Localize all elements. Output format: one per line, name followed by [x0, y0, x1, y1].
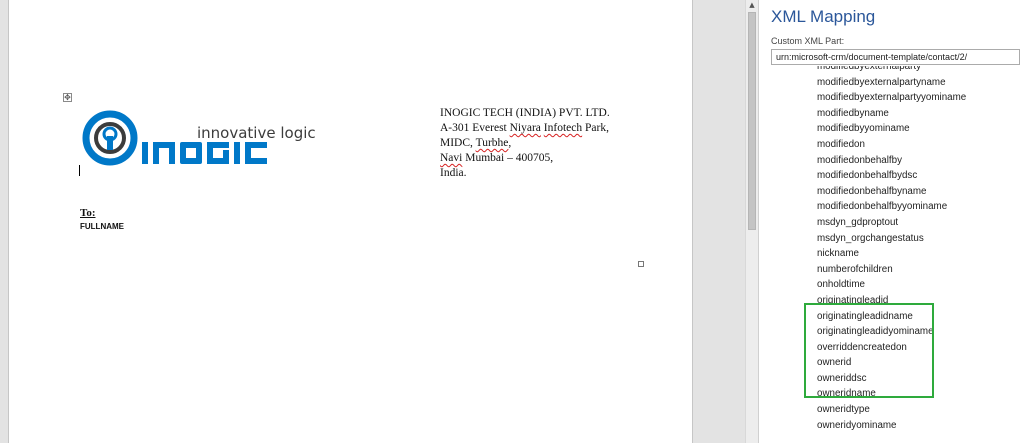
- xml-tree-node[interactable]: numberofchildren: [815, 262, 966, 278]
- table-resize-handle[interactable]: [638, 261, 644, 267]
- xml-tree-node[interactable]: owneridyominame: [815, 418, 966, 434]
- xml-tree-node[interactable]: modifiedon: [815, 137, 966, 153]
- address-line-1: A-301 Everest Niyara Infotech Park,: [440, 122, 609, 134]
- text-cursor: [79, 165, 80, 176]
- xml-tree-node[interactable]: modifiedbyname: [815, 106, 966, 122]
- to-label: To:: [80, 207, 96, 219]
- address-line-4: India.: [440, 167, 467, 179]
- xml-tree-node[interactable]: modifiedonbehalfbyname: [815, 184, 966, 200]
- xml-mapping-title: XML Mapping: [771, 7, 876, 26]
- xml-tree-node[interactable]: msdyn_gdproptout: [815, 215, 966, 231]
- custom-xml-part-label: Custom XML Part:: [771, 36, 845, 46]
- xml-node-tree[interactable]: modifiedbyexternalparty modifiedbyexterna…: [759, 66, 1024, 443]
- fullname-content-control[interactable]: FULLNAME: [80, 222, 124, 231]
- xml-tree-node[interactable]: owneridtype: [815, 402, 966, 418]
- document-scrollbar[interactable]: ▲: [745, 0, 758, 443]
- xml-tree-node[interactable]: modifiedbyexternalpartyname: [815, 75, 966, 91]
- xml-tree-node[interactable]: modifiedbyexternalparty: [815, 66, 966, 75]
- xml-tree-node[interactable]: modifiedonbehalfbydsc: [815, 168, 966, 184]
- xml-tree-node[interactable]: nickname: [815, 246, 966, 262]
- company-name: INOGIC TECH (INDIA) PVT. LTD.: [440, 107, 610, 119]
- xml-tree-node[interactable]: modifiedonbehalfby: [815, 153, 966, 169]
- address-line-3: Navi Mumbai – 400705,: [440, 152, 554, 164]
- highlight-box: [804, 303, 934, 398]
- logo-tagline: innovative logic: [197, 124, 316, 142]
- xml-tree-node[interactable]: modifiedbyyominame: [815, 121, 966, 137]
- table-move-handle-icon[interactable]: ✥: [63, 93, 72, 102]
- document-canvas: ✥ innovative logic INOGIC TECH (INDIA) P…: [0, 0, 745, 443]
- xml-mapping-pane: XML Mapping Custom XML Part: urn:microso…: [759, 0, 1024, 443]
- scrollbar-thumb[interactable]: [748, 12, 756, 230]
- address-line-2: MIDC, Turbhe,: [440, 137, 512, 149]
- company-address: INOGIC TECH (INDIA) PVT. LTD. A-301 Ever…: [440, 106, 670, 181]
- xml-tree-node[interactable]: msdyn_orgchangestatus: [815, 231, 966, 247]
- scroll-up-arrow-icon[interactable]: ▲: [746, 0, 758, 10]
- xml-tree-node[interactable]: onholdtime: [815, 277, 966, 293]
- xml-tree-node[interactable]: modifiedonbehalfbyyominame: [815, 199, 966, 215]
- document-page[interactable]: ✥ innovative logic INOGIC TECH (INDIA) P…: [8, 0, 693, 443]
- xml-tree-node[interactable]: modifiedbyexternalpartyyominame: [815, 90, 966, 106]
- custom-xml-part-dropdown[interactable]: urn:microsoft-crm/document-template/cont…: [771, 49, 1020, 65]
